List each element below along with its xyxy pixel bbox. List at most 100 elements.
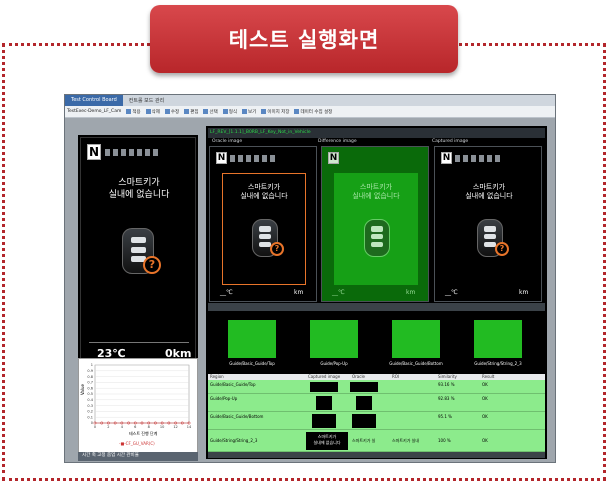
table-row[interactable]: Guide/String/String_2_3 스마트키가 실내에 없습니다 스… — [208, 430, 545, 452]
toolbar-edit[interactable]: 편집 — [184, 108, 199, 115]
view-icon — [242, 108, 248, 114]
key-button — [371, 242, 383, 248]
format-icon — [222, 108, 228, 114]
y-tick-label: 0.5 — [87, 392, 93, 396]
question-warning-icon: ? — [143, 256, 161, 274]
thumb-region[interactable] — [228, 320, 276, 358]
warning-icons-row — [455, 155, 503, 162]
edit-icon — [184, 108, 190, 114]
message-line-1: 스마트키가 — [118, 178, 160, 188]
row-result: OK — [482, 438, 488, 443]
x-tick-label: 12 — [173, 425, 177, 429]
page-title-banner: 테스트 실행화면 — [150, 5, 458, 73]
toolbar-view[interactable]: 보기 — [242, 108, 256, 115]
oracle-km: km — [294, 289, 304, 296]
thumb-region[interactable] — [474, 320, 522, 358]
graph-svg: 1 0.9 0.8 0.70.6 0.5 0.4 0.3 0.20.1 00 2 4 6 8 10 12 14 — [87, 363, 192, 429]
table-row[interactable]: Guide/Basic_Guide/Top 93.16 % OK — [208, 380, 545, 394]
x-tick-label: 8 — [148, 425, 150, 429]
gear-indicator: N — [441, 152, 452, 164]
thumb-label: Guide/String/String_2_3 — [474, 361, 522, 366]
row-result: OK — [482, 414, 488, 419]
y-tick-label: 0.1 — [87, 415, 93, 419]
row-captured-image — [310, 382, 338, 392]
toolbar-select[interactable]: 선택 — [203, 108, 218, 115]
row-similarity: 92.83 % — [438, 396, 455, 401]
key-button — [259, 226, 271, 232]
row-oracle-image — [350, 382, 378, 392]
graph-status-bar[interactable]: 시간 축 고정 줌업 시간 관비율 — [78, 452, 198, 461]
table-row[interactable]: Guide/Pop-Up 92.83 % OK — [208, 394, 545, 412]
col-captured: Captured image — [308, 374, 341, 379]
x-tick-label: 10 — [160, 425, 164, 429]
key-button — [130, 236, 146, 244]
captured-label: Captured image — [432, 139, 469, 144]
image-toolbar[interactable] — [208, 303, 545, 311]
key-button — [130, 246, 146, 253]
x-tick-label: 6 — [134, 425, 136, 429]
image-save-icon — [261, 108, 267, 114]
key-button — [259, 234, 271, 240]
toolbar-apply[interactable]: 적용 — [126, 108, 141, 115]
warning-icons-row — [230, 155, 278, 162]
question-warning-icon: ? — [270, 242, 284, 256]
toolbar-data-settings[interactable]: 데이터 수집 설정 — [294, 108, 332, 115]
y-tick-label: 0.8 — [87, 375, 93, 379]
row-region: Guide/String/String_2_3 — [210, 438, 258, 443]
row-region: Guide/Pop-Up — [210, 396, 238, 401]
toolbar-save-image[interactable]: 이미지 저장 — [261, 108, 290, 115]
thumb-label: Guide/Pop-Up — [320, 361, 348, 366]
y-tick-label: 0.2 — [87, 410, 93, 414]
question-warning-icon: ? — [495, 242, 509, 256]
captured-message: 스마트키가 실내에 없습니다 — [447, 183, 531, 201]
toolbar-delete-label: 삭제 — [151, 109, 160, 115]
key-button — [371, 234, 383, 240]
y-tick-label: 1 — [91, 363, 93, 367]
toolbar-apply-label: 적용 — [132, 109, 141, 115]
oracle-message: 스마트키가 실내에 없습니다 — [222, 183, 306, 201]
divider — [89, 342, 189, 343]
message-line-2: 실내에 없습니다 — [352, 192, 400, 201]
graph-y-label: Value — [79, 384, 85, 395]
table-row[interactable]: Guide/Basic_Guide/Bottom 95.1 % OK — [208, 412, 545, 430]
message-line-2: 실내에 없습니다 — [465, 192, 513, 201]
message-line-1: 스마트키가 — [472, 183, 506, 191]
table-scrollbar[interactable] — [208, 452, 545, 458]
x-tick-label: 2 — [107, 425, 109, 429]
thumb-region[interactable] — [310, 320, 358, 358]
y-tick-label: 0.7 — [87, 381, 93, 385]
test-case-title: LF_REV_[1.1.1]_B0RB_LF_Key_Not_in_Vehicl… — [208, 128, 545, 138]
value-graph: 1 0.9 0.8 0.7 0.6 0.5 0.4 0.3 0.2 0.1 0 0 2 4 6 8 10 12 14… — [78, 358, 198, 453]
settings-icon — [294, 108, 300, 114]
message-line-1: 스마트키가 — [359, 183, 393, 191]
x-tick-label: 14 — [187, 425, 192, 429]
diff-km: km — [406, 289, 416, 296]
captured-km: km — [519, 289, 529, 296]
y-tick-label: 0.3 — [87, 404, 93, 408]
toolbar: TestExec-Demo_LF_Cam 적용 삭제 수정 편집 선택 형식 보… — [65, 106, 555, 118]
captured-image: N 스마트키가 실내에 없습니다 ? __℃ km — [434, 146, 542, 302]
thumb-region[interactable] — [392, 320, 440, 358]
toolbar-select-label: 선택 — [209, 109, 218, 115]
toolbar-modify[interactable]: 수정 — [164, 108, 179, 115]
toolbar-format[interactable]: 형식 — [222, 108, 237, 115]
col-oracle: Oracle — [352, 374, 366, 379]
graph-legend: -■-CF_GU_VAR(C) — [119, 441, 155, 446]
oracle-label: Oracle image — [212, 139, 243, 144]
message-line-1: 스마트키가 — [247, 183, 281, 191]
row-oracle-text: 스마트키가 실 — [352, 438, 376, 443]
app-window: Test Control Board 컨트롤 보드 관리 TestExec-De… — [64, 94, 556, 463]
diff-message: 스마트키가 실내에 없습니다 — [334, 183, 418, 201]
toolbar-delete[interactable]: 삭제 — [145, 108, 160, 115]
toolbar-project[interactable]: TestExec-Demo_LF_Cam — [67, 109, 121, 114]
row-roi-text: 스마트키가 실내 — [392, 438, 420, 443]
region-thumbnails: Guide/Basic_Guide/Top Guide/Pop-Up Guide… — [208, 312, 545, 374]
key-button — [371, 226, 383, 232]
toolbar-edit-label: 편집 — [190, 109, 199, 115]
row-region: Guide/Basic_Guide/Bottom — [210, 414, 264, 419]
tab-test-control-board[interactable]: Test Control Board — [65, 95, 123, 106]
message-line-2: 실내에 없습니다 — [108, 189, 170, 200]
gear-indicator: N — [87, 144, 101, 160]
toolbar-save-image-label: 이미지 저장 — [267, 109, 290, 115]
tab-control-board-manage[interactable]: 컨트롤 보드 관리 — [123, 95, 170, 106]
